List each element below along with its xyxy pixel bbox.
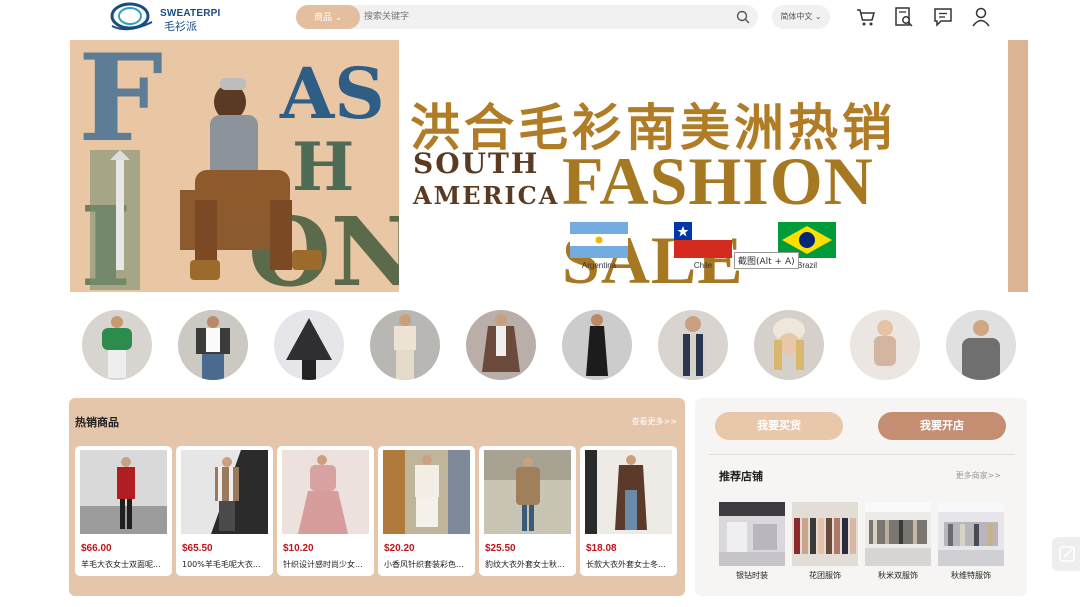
user-icon[interactable] — [970, 6, 992, 28]
more-shops-link[interactable]: 更多商家>> — [956, 470, 1001, 481]
search-category-dropdown[interactable]: 商品 ⌄ — [296, 5, 360, 29]
order-search-icon[interactable] — [893, 6, 915, 28]
product-card[interactable]: $25.50 豹纹大衣外套女士秋... — [479, 446, 576, 576]
hot-products-panel: 热销商品 查看更多>> $66.00 羊毛大衣女士双面呢... $65.50 1… — [69, 398, 685, 596]
product-name: 小香风针织套装彩色... — [384, 560, 464, 569]
open-shop-button[interactable]: 我要开店 — [878, 412, 1006, 440]
product-image — [80, 450, 167, 534]
shop-name: 花团服饰 — [809, 571, 841, 580]
shop-name: 秋米双服饰 — [878, 571, 918, 580]
banner-right-edge — [1008, 40, 1028, 292]
message-icon[interactable] — [932, 6, 954, 28]
category-circle-knit-hat[interactable] — [754, 310, 824, 380]
product-image — [282, 450, 369, 534]
chevron-down-icon: ⌄ — [335, 13, 342, 22]
shop-image — [792, 502, 858, 566]
chile-flag-icon — [674, 222, 732, 258]
category-circle-black-dress[interactable] — [562, 310, 632, 380]
product-card[interactable]: $18.08 长款大衣外套女士冬... — [580, 446, 677, 576]
product-price: $20.20 — [384, 543, 415, 554]
logo-swirl-icon — [110, 2, 153, 31]
product-price: $66.00 — [81, 543, 112, 554]
brand-name-cn: 毛衫派 — [164, 20, 197, 33]
shops-divider — [709, 454, 1015, 455]
banner-america: AMERICA — [413, 181, 560, 210]
product-price: $65.50 — [182, 543, 213, 554]
product-image — [484, 450, 571, 534]
banner-model-image: F AS H ON I — [70, 40, 399, 292]
banner-fashion-sale: FASHION SALE — [562, 143, 874, 298]
category-circle-green-crop-top[interactable] — [82, 310, 152, 380]
product-card[interactable]: $65.50 100%羊毛毛呢大衣... — [176, 446, 273, 576]
category-circle-long-coat[interactable] — [466, 310, 536, 380]
language-selector[interactable]: 简体中文 ⌄ — [772, 5, 830, 29]
category-circle-mens-sweater[interactable] — [946, 310, 1016, 380]
product-card[interactable]: $20.20 小香风针织套装彩色... — [378, 446, 475, 576]
search-bar: 商品 ⌄ — [296, 5, 758, 29]
flag-label-argentina: Argentina — [581, 261, 617, 270]
hot-products-title: 热销商品 — [75, 416, 119, 429]
category-circle-scarf[interactable] — [658, 310, 728, 380]
product-card[interactable]: $10.20 针织设计感时尚少女... — [277, 446, 374, 576]
shop-name: 银钻时装 — [736, 571, 768, 580]
svg-text:F: F — [78, 40, 163, 169]
product-name: 100%羊毛毛呢大衣... — [182, 560, 261, 569]
product-name: 长款大衣外套女士冬... — [586, 560, 666, 569]
category-circle-poncho[interactable] — [274, 310, 344, 380]
search-input[interactable] — [364, 5, 724, 29]
shop-card[interactable]: 花团服饰 — [792, 502, 858, 580]
product-name: 针织设计感时尚少女... — [283, 560, 363, 569]
flag-label-chile: Chile — [693, 261, 713, 270]
category-circle-cardigan-jeans[interactable] — [178, 310, 248, 380]
brand-logo[interactable]: SWEATERPI 毛衫派 — [108, 0, 228, 34]
shop-card[interactable]: 秋米双服饰 — [865, 502, 931, 580]
product-name: 豹纹大衣外套女士秋... — [485, 560, 565, 569]
buy-goods-button[interactable]: 我要买货 — [715, 412, 843, 440]
product-card[interactable]: $66.00 羊毛大衣女士双面呢... — [75, 446, 172, 576]
search-icon[interactable] — [736, 10, 750, 24]
recommended-shops-panel: 我要买货 我要开店 推荐店铺 更多商家>> 银钻时装 花团服饰 秋米双服饰 秋维… — [695, 398, 1027, 596]
shop-image — [938, 502, 1004, 566]
shop-card[interactable]: 银钻时装 — [719, 502, 785, 580]
product-price: $25.50 — [485, 543, 516, 554]
category-carousel — [82, 310, 1022, 382]
screenshot-tooltip: 截图(Alt + A) — [734, 252, 799, 269]
category-circle-knit-set[interactable] — [370, 310, 440, 380]
shop-image — [719, 502, 785, 566]
svg-text:H: H — [292, 128, 354, 206]
product-name: 羊毛大衣女士双面呢... — [81, 560, 161, 569]
product-image — [181, 450, 268, 534]
shop-name: 秋维特服饰 — [951, 571, 991, 580]
category-circle-baby-romper[interactable] — [850, 310, 920, 380]
cart-icon[interactable] — [855, 6, 877, 28]
promo-banner[interactable]: F AS H ON I 洪合毛衫南美洲热销 SOUTH AMERICA FASH… — [70, 40, 1028, 298]
shop-image — [865, 502, 931, 566]
svg-text:AS: AS — [279, 52, 385, 135]
language-label: 简体中文 — [780, 12, 813, 21]
floating-edit-button[interactable] — [1052, 537, 1080, 571]
product-image — [383, 450, 470, 534]
banner-photo-collage: F AS H ON I — [70, 40, 399, 292]
product-price: $18.08 — [586, 543, 617, 554]
edit-icon — [1059, 546, 1075, 562]
recommended-shops-title: 推荐店铺 — [719, 470, 763, 483]
shop-card[interactable]: 秋维特服饰 — [938, 502, 1004, 580]
banner-south: SOUTH — [413, 147, 540, 180]
product-price: $10.20 — [283, 543, 314, 554]
top-header: SWEATERPI 毛衫派 商品⌄ 简体中文 ⌄ — [0, 0, 1080, 36]
search-category-label: 商品 — [314, 12, 333, 22]
argentina-flag-icon — [570, 222, 628, 258]
hot-products-more-link[interactable]: 查看更多>> — [632, 416, 677, 427]
product-image — [585, 450, 672, 534]
